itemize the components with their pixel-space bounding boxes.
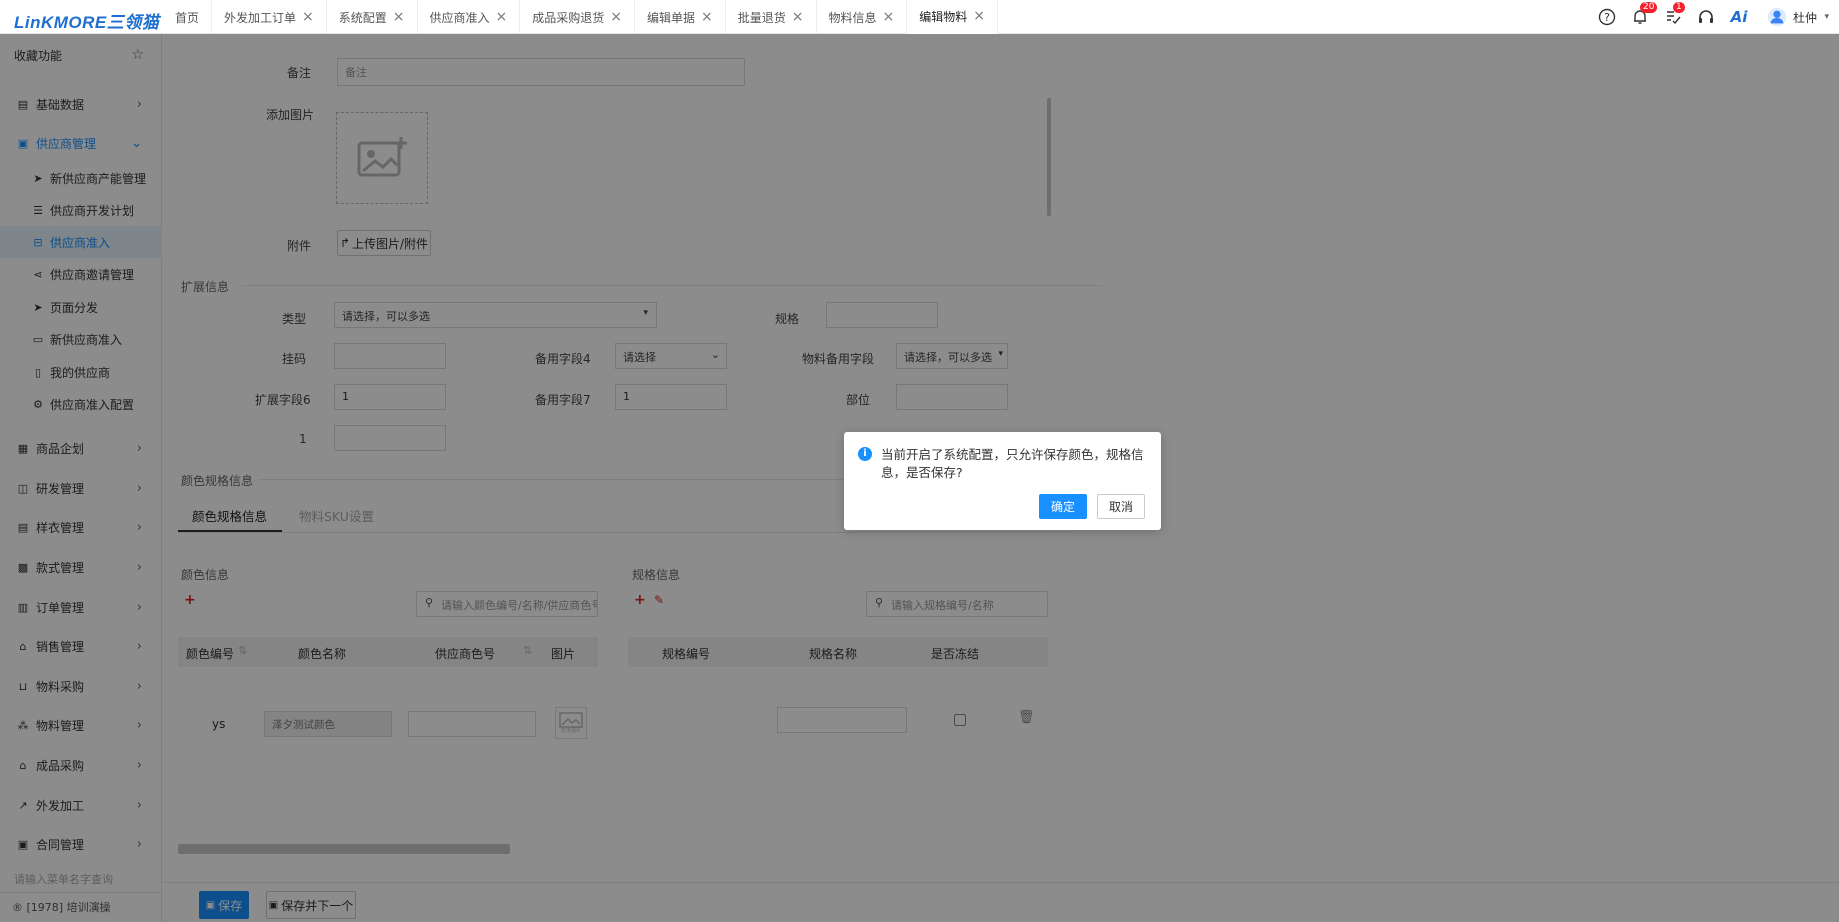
close-icon[interactable]: × — [883, 9, 895, 25]
tab-outsource-order[interactable]: 外发加工订单 × — [212, 0, 327, 34]
tab-label: 编辑物料 — [919, 9, 968, 24]
tab-label: 成品采购退货 — [532, 10, 605, 25]
username[interactable]: 杜仲 — [1793, 9, 1817, 26]
tab-label: 编辑单据 — [647, 10, 696, 25]
help-icon[interactable]: ? — [1597, 7, 1617, 27]
tab-edit-document[interactable]: 编辑单据 × — [635, 0, 726, 34]
app-logo[interactable]: LinKMORE三领猫 — [14, 8, 159, 33]
tab-label: 物料信息 — [828, 10, 877, 25]
tab-edit-material[interactable]: 编辑物料 × — [907, 0, 999, 34]
tab-label: 首页 — [175, 10, 200, 25]
tab-supplier-access[interactable]: 供应商准入 × — [418, 0, 521, 34]
confirm-button-label: 确定 — [1050, 500, 1075, 514]
close-icon[interactable]: × — [973, 8, 985, 24]
caret-down-icon[interactable]: ▾ — [1824, 12, 1829, 22]
close-icon[interactable]: × — [302, 9, 314, 25]
close-icon[interactable]: × — [393, 9, 405, 25]
close-icon[interactable]: × — [610, 9, 622, 25]
close-icon[interactable]: × — [792, 9, 804, 25]
notification-badge: 20 — [1639, 2, 1658, 13]
tab-material-info[interactable]: 物料信息 × — [817, 0, 908, 34]
tab-label: 系统配置 — [338, 10, 387, 25]
confirm-dialog: i 当前开启了系统配置，只允许保存颜色，规格信息，是否保存? 确定 取消 — [844, 432, 1161, 530]
close-icon[interactable]: × — [701, 9, 713, 25]
cancel-button[interactable]: 取消 — [1097, 494, 1145, 519]
bell-icon[interactable]: 20 — [1630, 2, 1658, 27]
confirm-button[interactable]: 确定 — [1039, 494, 1087, 519]
tab-batch-return[interactable]: 批量退货 × — [726, 0, 817, 34]
tab-label: 外发加工订单 — [224, 10, 297, 25]
cancel-button-label: 取消 — [1108, 500, 1133, 514]
task-badge: 1 — [1672, 2, 1685, 13]
svg-text:?: ? — [1604, 11, 1610, 24]
top-bar: LinKMORE三领猫 首页 外发加工订单 × 系统配置 × 供应商准入 × 成品采购… — [0, 0, 1839, 34]
avatar[interactable] — [1767, 7, 1787, 27]
headset-icon[interactable] — [1696, 7, 1716, 27]
page-tabs: 首页 外发加工订单 × 系统配置 × 供应商准入 × 成品采购退货 × 编辑单据 × 批量… — [163, 0, 999, 34]
tab-label: 批量退货 — [737, 10, 786, 25]
info-icon: i — [858, 447, 872, 461]
task-icon[interactable]: 1 — [1663, 2, 1685, 27]
close-icon[interactable]: × — [496, 9, 508, 25]
header-actions: ? 20 1 Ai 杜仲 ▾ — [1584, 0, 1839, 34]
tab-label: 供应商准入 — [429, 10, 490, 25]
dialog-message: 当前开启了系统配置，只允许保存颜色，规格信息，是否保存? — [881, 447, 1144, 480]
tab-system-config[interactable]: 系统配置 × — [327, 0, 418, 34]
ai-label: Ai — [1730, 8, 1748, 26]
tab-product-return[interactable]: 成品采购退货 × — [520, 0, 636, 34]
tab-home[interactable]: 首页 — [163, 0, 213, 34]
ai-icon[interactable]: Ai — [1729, 7, 1749, 27]
